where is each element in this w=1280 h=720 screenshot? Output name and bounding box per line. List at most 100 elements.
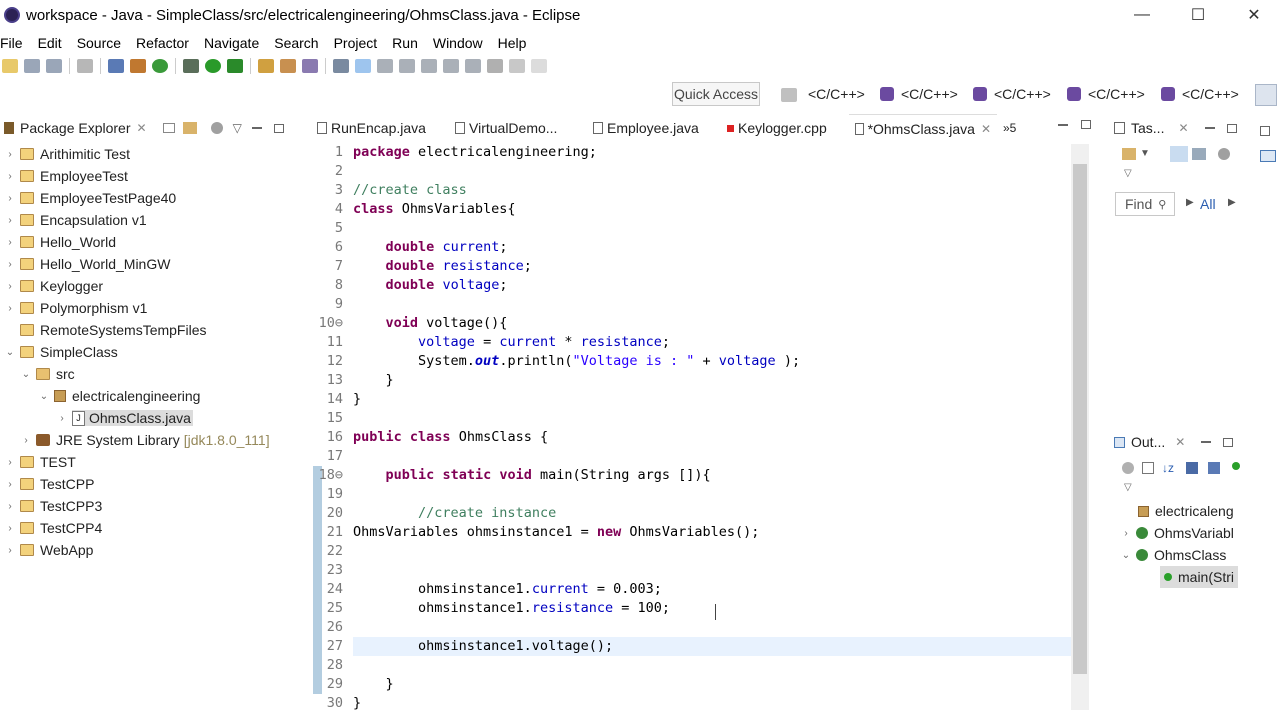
perspective-cpp-3[interactable]: <C/C++> [973, 86, 1051, 102]
menu-project[interactable]: Project [334, 35, 378, 51]
new-icon[interactable] [2, 59, 18, 73]
tab-employee[interactable]: Employee.java [587, 114, 721, 142]
package-explorer-title[interactable]: Package Explorer [20, 120, 131, 136]
highlight-icon[interactable] [355, 59, 371, 73]
close-view-icon[interactable]: ✕ [1175, 435, 1185, 449]
collapse-chevron-icon[interactable]: ⌄ [20, 369, 32, 380]
hide-static-icon[interactable] [1186, 462, 1198, 474]
back-icon[interactable] [509, 59, 525, 73]
next-annotation-icon[interactable] [333, 59, 349, 73]
expand-chevron-icon[interactable]: › [4, 501, 16, 512]
find-task-input[interactable]: Find ⚲ [1115, 192, 1175, 216]
block-selection-icon[interactable] [399, 59, 415, 73]
tree-item-project[interactable]: › Hello_World_MinGW [4, 253, 170, 275]
sort-icon[interactable]: ↓z [1162, 461, 1174, 475]
print-icon[interactable] [77, 59, 93, 73]
tree-item-project[interactable]: › EmployeeTestPage40 [4, 187, 176, 209]
menu-source[interactable]: Source [77, 35, 121, 51]
build-icon[interactable] [130, 59, 146, 73]
maximize-view-icon[interactable] [1223, 437, 1234, 447]
link-editor-icon[interactable] [182, 122, 197, 134]
outline-title[interactable]: Out... [1131, 434, 1165, 450]
categorized-icon[interactable] [1170, 146, 1188, 162]
search-icon[interactable] [302, 59, 318, 73]
tab-ohmsclass[interactable]: *OhmsClass.java ✕ [849, 114, 997, 142]
forward-icon[interactable] [531, 59, 547, 73]
open-type-icon[interactable] [258, 59, 274, 73]
perspective-cpp-5[interactable]: <C/C++> [1161, 86, 1239, 102]
save-all-icon[interactable] [46, 59, 62, 73]
pilcrow-icon[interactable] [421, 59, 437, 73]
scrollbar-thumb[interactable] [1073, 164, 1087, 674]
outline-item-class[interactable]: › OhmsVariabl [1120, 522, 1234, 544]
open-perspective-icon[interactable] [781, 88, 797, 102]
tab-virtualdemo[interactable]: VirtualDemo... [449, 114, 587, 142]
perspective-cpp-1[interactable]: <C/C++> [808, 86, 865, 102]
maximize-view-icon[interactable] [273, 123, 284, 133]
menu-navigate[interactable]: Navigate [204, 35, 259, 51]
maximize-view-icon[interactable] [1226, 123, 1237, 133]
run-icon[interactable] [205, 59, 221, 73]
expand-chevron-icon[interactable]: › [4, 545, 16, 556]
editor-vertical-scrollbar[interactable] [1071, 144, 1089, 710]
minimize-view-icon[interactable] [1204, 127, 1215, 129]
tab-runencap[interactable]: RunEncap.java [311, 114, 449, 142]
tree-item-source-folder[interactable]: ⌄ src [20, 363, 75, 385]
next-edit-icon[interactable] [443, 59, 459, 73]
run-external-icon[interactable] [227, 59, 243, 73]
expand-chevron-icon[interactable]: › [4, 237, 16, 248]
menu-refactor[interactable]: Refactor [136, 35, 189, 51]
tab-keylogger[interactable]: Keylogger.cpp [721, 114, 849, 142]
hide-nonpublic-icon[interactable] [1208, 462, 1220, 474]
tree-item-project[interactable]: › Encapsulation v1 [4, 209, 146, 231]
toggle-breakpoint-icon[interactable] [108, 59, 124, 73]
view-menu-filter-icon[interactable] [210, 122, 223, 134]
previous-edit-icon[interactable] [465, 59, 481, 73]
tree-item-package[interactable]: ⌄ electricalengineering [38, 385, 201, 407]
outline-item-package[interactable]: electricaleng [1138, 500, 1234, 522]
collapse-all-icon[interactable] [162, 123, 175, 133]
tree-item-project[interactable]: › TestCPP3 [4, 495, 102, 517]
menu-help[interactable]: Help [498, 35, 527, 51]
new-task-dropdown-icon[interactable]: ▼ [1140, 148, 1150, 159]
collapse-all-icon[interactable] [1142, 462, 1154, 474]
expand-chevron-icon[interactable]: › [20, 435, 32, 446]
menu-file[interactable]: File [0, 35, 23, 51]
hide-fields-icon[interactable] [1122, 462, 1134, 474]
outline-item-method[interactable]: main(Stri [1160, 566, 1239, 588]
expand-chevron-icon[interactable]: › [1120, 528, 1132, 539]
last-edit-icon[interactable] [487, 59, 503, 73]
collapse-chevron-icon[interactable]: ⌄ [4, 347, 16, 358]
tree-item-project[interactable]: ⌄ SimpleClass [4, 341, 118, 363]
tree-item-project[interactable]: › Hello_World [4, 231, 116, 253]
expand-chevron-icon[interactable]: › [4, 457, 16, 468]
collapse-chevron-icon[interactable]: ⌄ [38, 391, 50, 402]
new-java-project-icon[interactable] [152, 59, 168, 73]
tree-item-library[interactable]: › JRE System Library [jdk1.8.0_111] [20, 429, 269, 451]
expand-chevron-icon[interactable]: › [4, 149, 16, 160]
code-editor[interactable]: 1 2 3 4 5 6 7 8 9 10⊖ 11 12 13 14 15 16 … [311, 144, 1071, 720]
open-task-icon[interactable] [280, 59, 296, 73]
menu-run[interactable]: Run [392, 35, 418, 51]
view-menu-icon[interactable]: ▽ [1124, 168, 1132, 179]
expand-chevron-icon[interactable]: › [4, 259, 16, 270]
perspective-cpp-4[interactable]: <C/C++> [1067, 86, 1145, 102]
maximize-button[interactable]: ☐ [1170, 0, 1226, 30]
debug-icon[interactable] [183, 59, 199, 73]
expand-chevron-icon[interactable]: › [4, 523, 16, 534]
maximize-editor-icon[interactable] [1081, 120, 1091, 129]
java-perspective-icon[interactable] [1255, 84, 1277, 106]
console-view-icon[interactable] [1260, 150, 1276, 162]
close-button[interactable]: ✕ [1226, 0, 1280, 30]
tree-item-project[interactable]: › Polymorphism v1 [4, 297, 147, 319]
save-icon[interactable] [24, 59, 40, 73]
expand-chevron-icon[interactable]: › [4, 303, 16, 314]
expand-chevron-icon[interactable]: › [4, 281, 16, 292]
menu-edit[interactable]: Edit [38, 35, 62, 51]
tree-item-project[interactable]: › TestCPP [4, 473, 94, 495]
view-menu-icon[interactable]: ▽ [233, 121, 242, 135]
close-tab-icon[interactable]: ✕ [981, 122, 991, 136]
minimize-view-icon[interactable] [251, 127, 262, 129]
all-tasks-link[interactable]: All [1200, 196, 1216, 212]
perspective-cpp-2[interactable]: <C/C++> [880, 86, 958, 102]
